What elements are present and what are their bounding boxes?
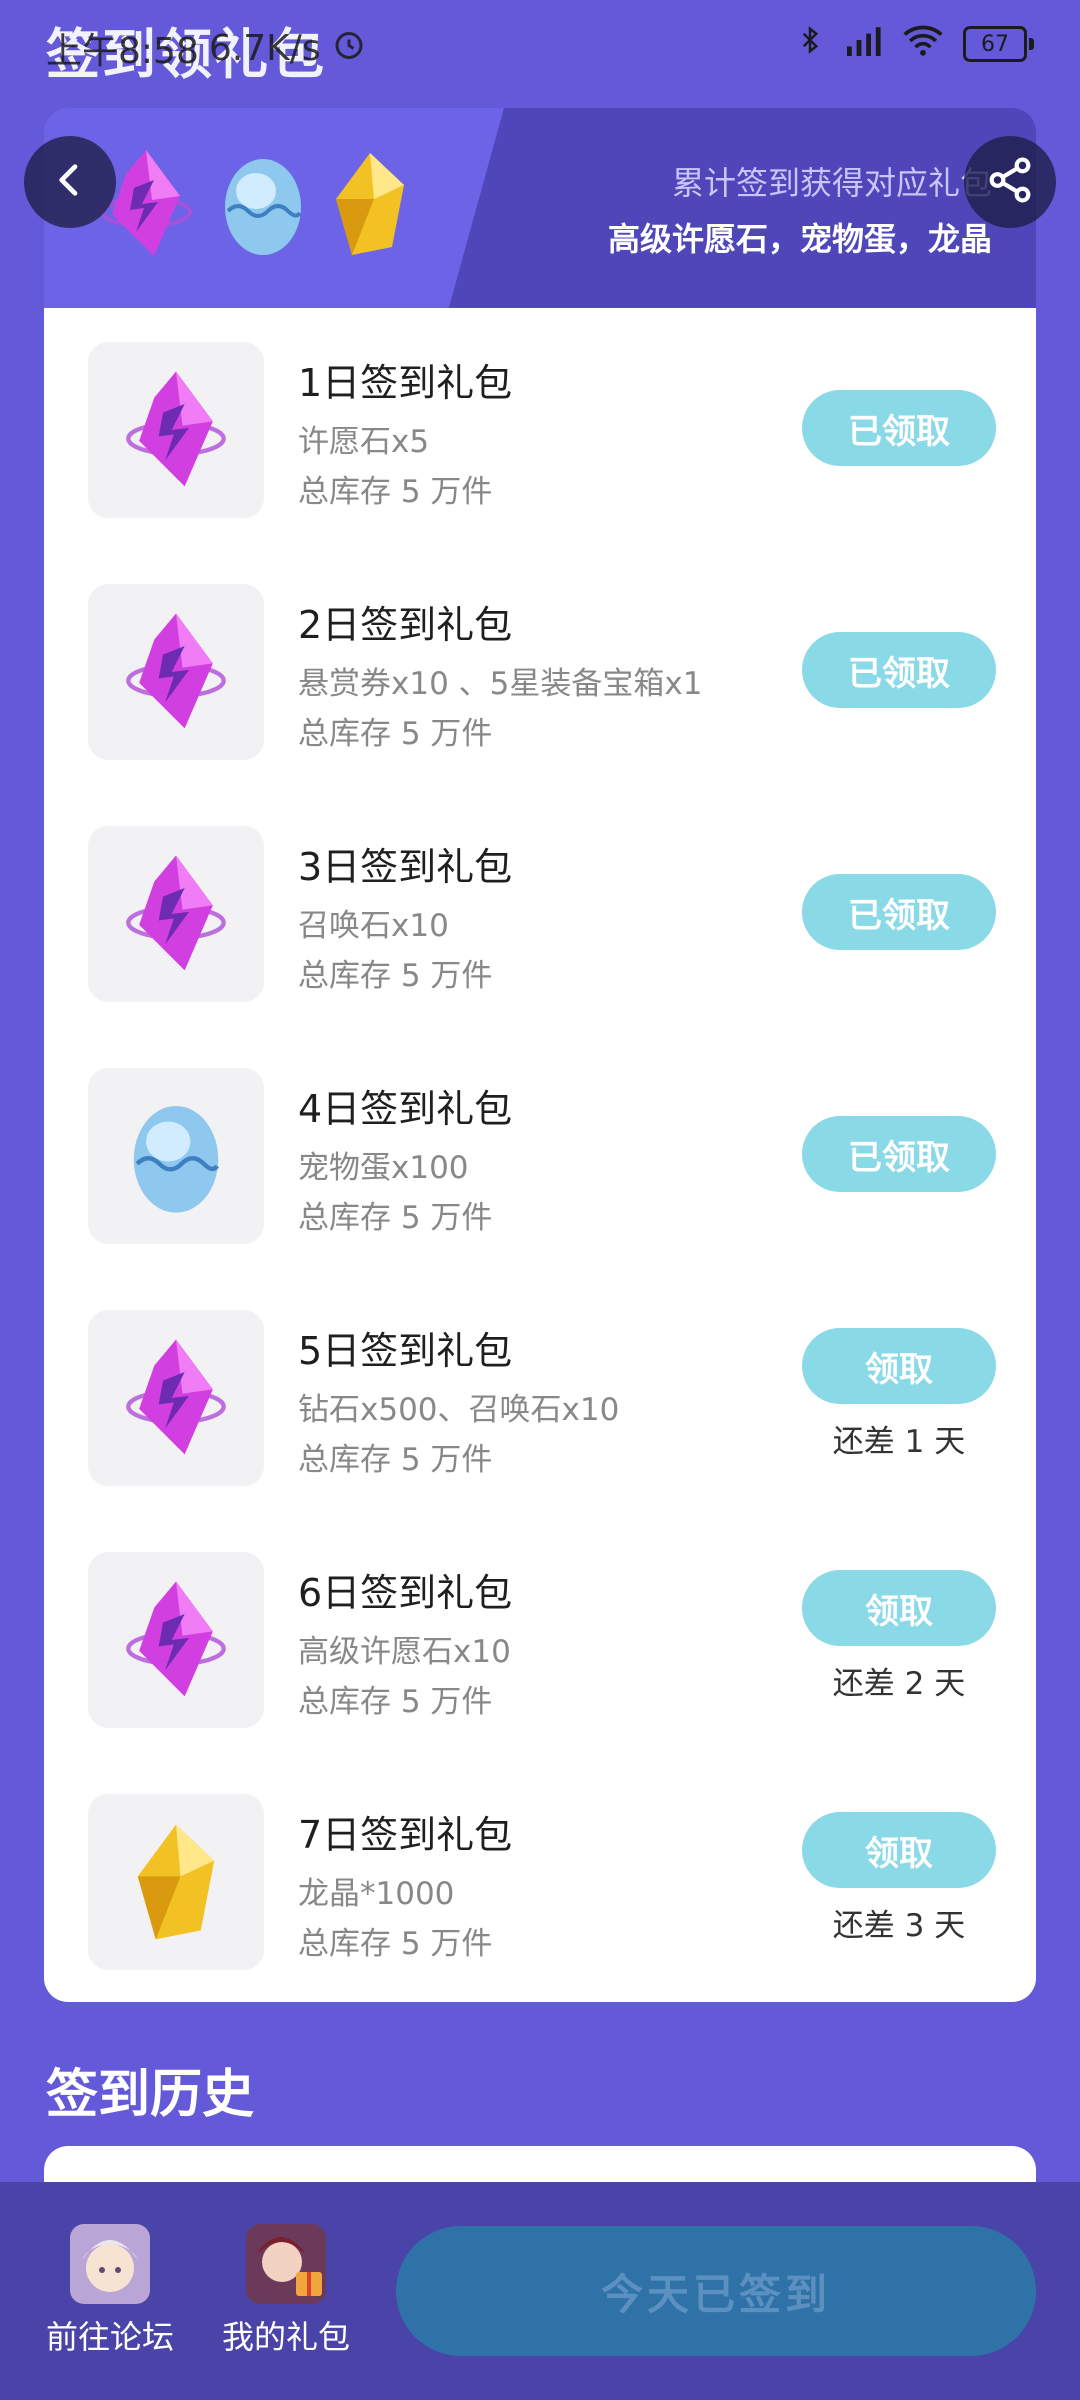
- gift-title: 4日签到礼包: [298, 1087, 513, 1131]
- gift-title: 3日签到礼包: [298, 845, 513, 889]
- chevron-left-icon: [50, 160, 90, 204]
- gift-item-day5: 5日签到礼包 钻石x500、召唤石x10 总库存 5 万件 领取 还差 1 天: [44, 1276, 1036, 1518]
- signed-today-button[interactable]: 今天已签到: [396, 2226, 1036, 2356]
- forum-link[interactable]: 前往论坛: [20, 2224, 200, 2358]
- battery-level: 67: [963, 26, 1027, 62]
- gift-stock: 总库存 5 万件: [298, 1684, 493, 1720]
- claimed-button[interactable]: 已领取: [802, 632, 996, 708]
- gift-title: 7日签到礼包: [298, 1813, 513, 1857]
- gift-title: 6日签到礼包: [298, 1571, 513, 1615]
- gift-stock: 总库存 5 万件: [298, 1926, 493, 1962]
- dragon-crystal-icon: [88, 1794, 264, 1970]
- days-remaining: 还差 2 天: [832, 1666, 966, 1702]
- banner-subtitle: 累计签到获得对应礼包: [671, 164, 992, 202]
- page-title: 签到领礼包: [46, 23, 326, 86]
- gift-item-day2: 2日签到礼包 悬赏券x10 、5星装备宝箱x1 总库存 5 万件 已领取: [44, 550, 1036, 792]
- days-remaining: 还差 3 天: [832, 1908, 966, 1944]
- gift-title: 2日签到礼包: [298, 603, 513, 647]
- claimed-button[interactable]: 已领取: [802, 874, 996, 950]
- alarm-icon: [331, 26, 367, 71]
- gift-stock: 总库存 5 万件: [298, 1442, 493, 1478]
- gift-desc: 悬赏券x10 、5星装备宝箱x1: [298, 666, 703, 702]
- status-right: 67: [795, 22, 1034, 66]
- gift-item-day7: 7日签到礼包 龙晶*1000 总库存 5 万件 领取 还差 3 天: [44, 1760, 1036, 2002]
- pet-egg-icon: [218, 149, 308, 263]
- signal-icon: [843, 24, 883, 64]
- purple-crystal-icon: [88, 342, 264, 518]
- gift-title: 1日签到礼包: [298, 361, 513, 405]
- my-gifts-avatar: [246, 2224, 326, 2304]
- share-button[interactable]: [964, 136, 1056, 228]
- wifi-icon: [901, 23, 945, 65]
- history-title: 签到历史: [46, 2065, 255, 2125]
- purple-crystal-icon: [88, 1552, 264, 1728]
- gift-stock: 总库存 5 万件: [298, 1200, 493, 1236]
- back-button[interactable]: [24, 136, 116, 228]
- claim-button[interactable]: 领取: [802, 1328, 996, 1404]
- gift-item-day6: 6日签到礼包 高级许愿石x10 总库存 5 万件 领取 还差 2 天: [44, 1518, 1036, 1760]
- share-icon: [985, 155, 1035, 209]
- gift-desc: 高级许愿石x10: [298, 1634, 511, 1670]
- days-remaining: 还差 1 天: [832, 1424, 966, 1460]
- gift-desc: 龙晶*1000: [298, 1876, 455, 1912]
- pet-egg-icon: [88, 1068, 264, 1244]
- gift-desc: 许愿石x5: [298, 424, 430, 460]
- gift-banner: 累计签到获得对应礼包 高级许愿石，宠物蛋，龙晶: [44, 108, 1036, 308]
- gift-desc: 宠物蛋x100: [298, 1150, 469, 1186]
- claimed-button[interactable]: 已领取: [802, 1116, 996, 1192]
- bluetooth-icon: [795, 22, 825, 66]
- forum-label: 前往论坛: [45, 2318, 174, 2356]
- my-gifts-link[interactable]: 我的礼包: [196, 2224, 376, 2358]
- gift-list: 1日签到礼包 许愿石x5 总库存 5 万件 已领取 2日签到礼包 悬赏券x10 …: [44, 308, 1036, 2002]
- battery-icon: 67: [963, 26, 1034, 62]
- gift-desc: 钻石x500、召唤石x10: [298, 1392, 620, 1428]
- banner-items: [96, 144, 410, 268]
- gift-stock: 总库存 5 万件: [298, 474, 493, 510]
- gift-item-day3: 3日签到礼包 召唤石x10 总库存 5 万件 已领取: [44, 792, 1036, 1034]
- forum-avatar: [70, 2224, 150, 2304]
- gift-item-day1: 1日签到礼包 许愿石x5 总库存 5 万件 已领取: [44, 308, 1036, 550]
- claimed-button[interactable]: 已领取: [802, 390, 996, 466]
- gift-desc: 召唤石x10: [298, 908, 449, 944]
- banner-main-text: 高级许愿石，宠物蛋，龙晶: [607, 220, 992, 258]
- banner-text: 累计签到获得对应礼包 高级许愿石，宠物蛋，龙晶: [608, 158, 992, 260]
- gift-stock: 总库存 5 万件: [298, 958, 493, 994]
- purple-crystal-icon: [88, 826, 264, 1002]
- purple-crystal-icon: [88, 1310, 264, 1486]
- claim-button[interactable]: 领取: [802, 1812, 996, 1888]
- gift-title: 5日签到礼包: [298, 1329, 513, 1373]
- gift-stock: 总库存 5 万件: [298, 716, 493, 752]
- my-gifts-label: 我的礼包: [221, 2318, 350, 2356]
- purple-crystal-icon: [88, 584, 264, 760]
- claim-button[interactable]: 领取: [802, 1570, 996, 1646]
- bottom-bar: 前往论坛 我的礼包 今天已签到: [0, 2182, 1080, 2400]
- dragon-crystal-icon: [330, 149, 410, 263]
- gift-item-day4: 4日签到礼包 宠物蛋x100 总库存 5 万件 已领取: [44, 1034, 1036, 1276]
